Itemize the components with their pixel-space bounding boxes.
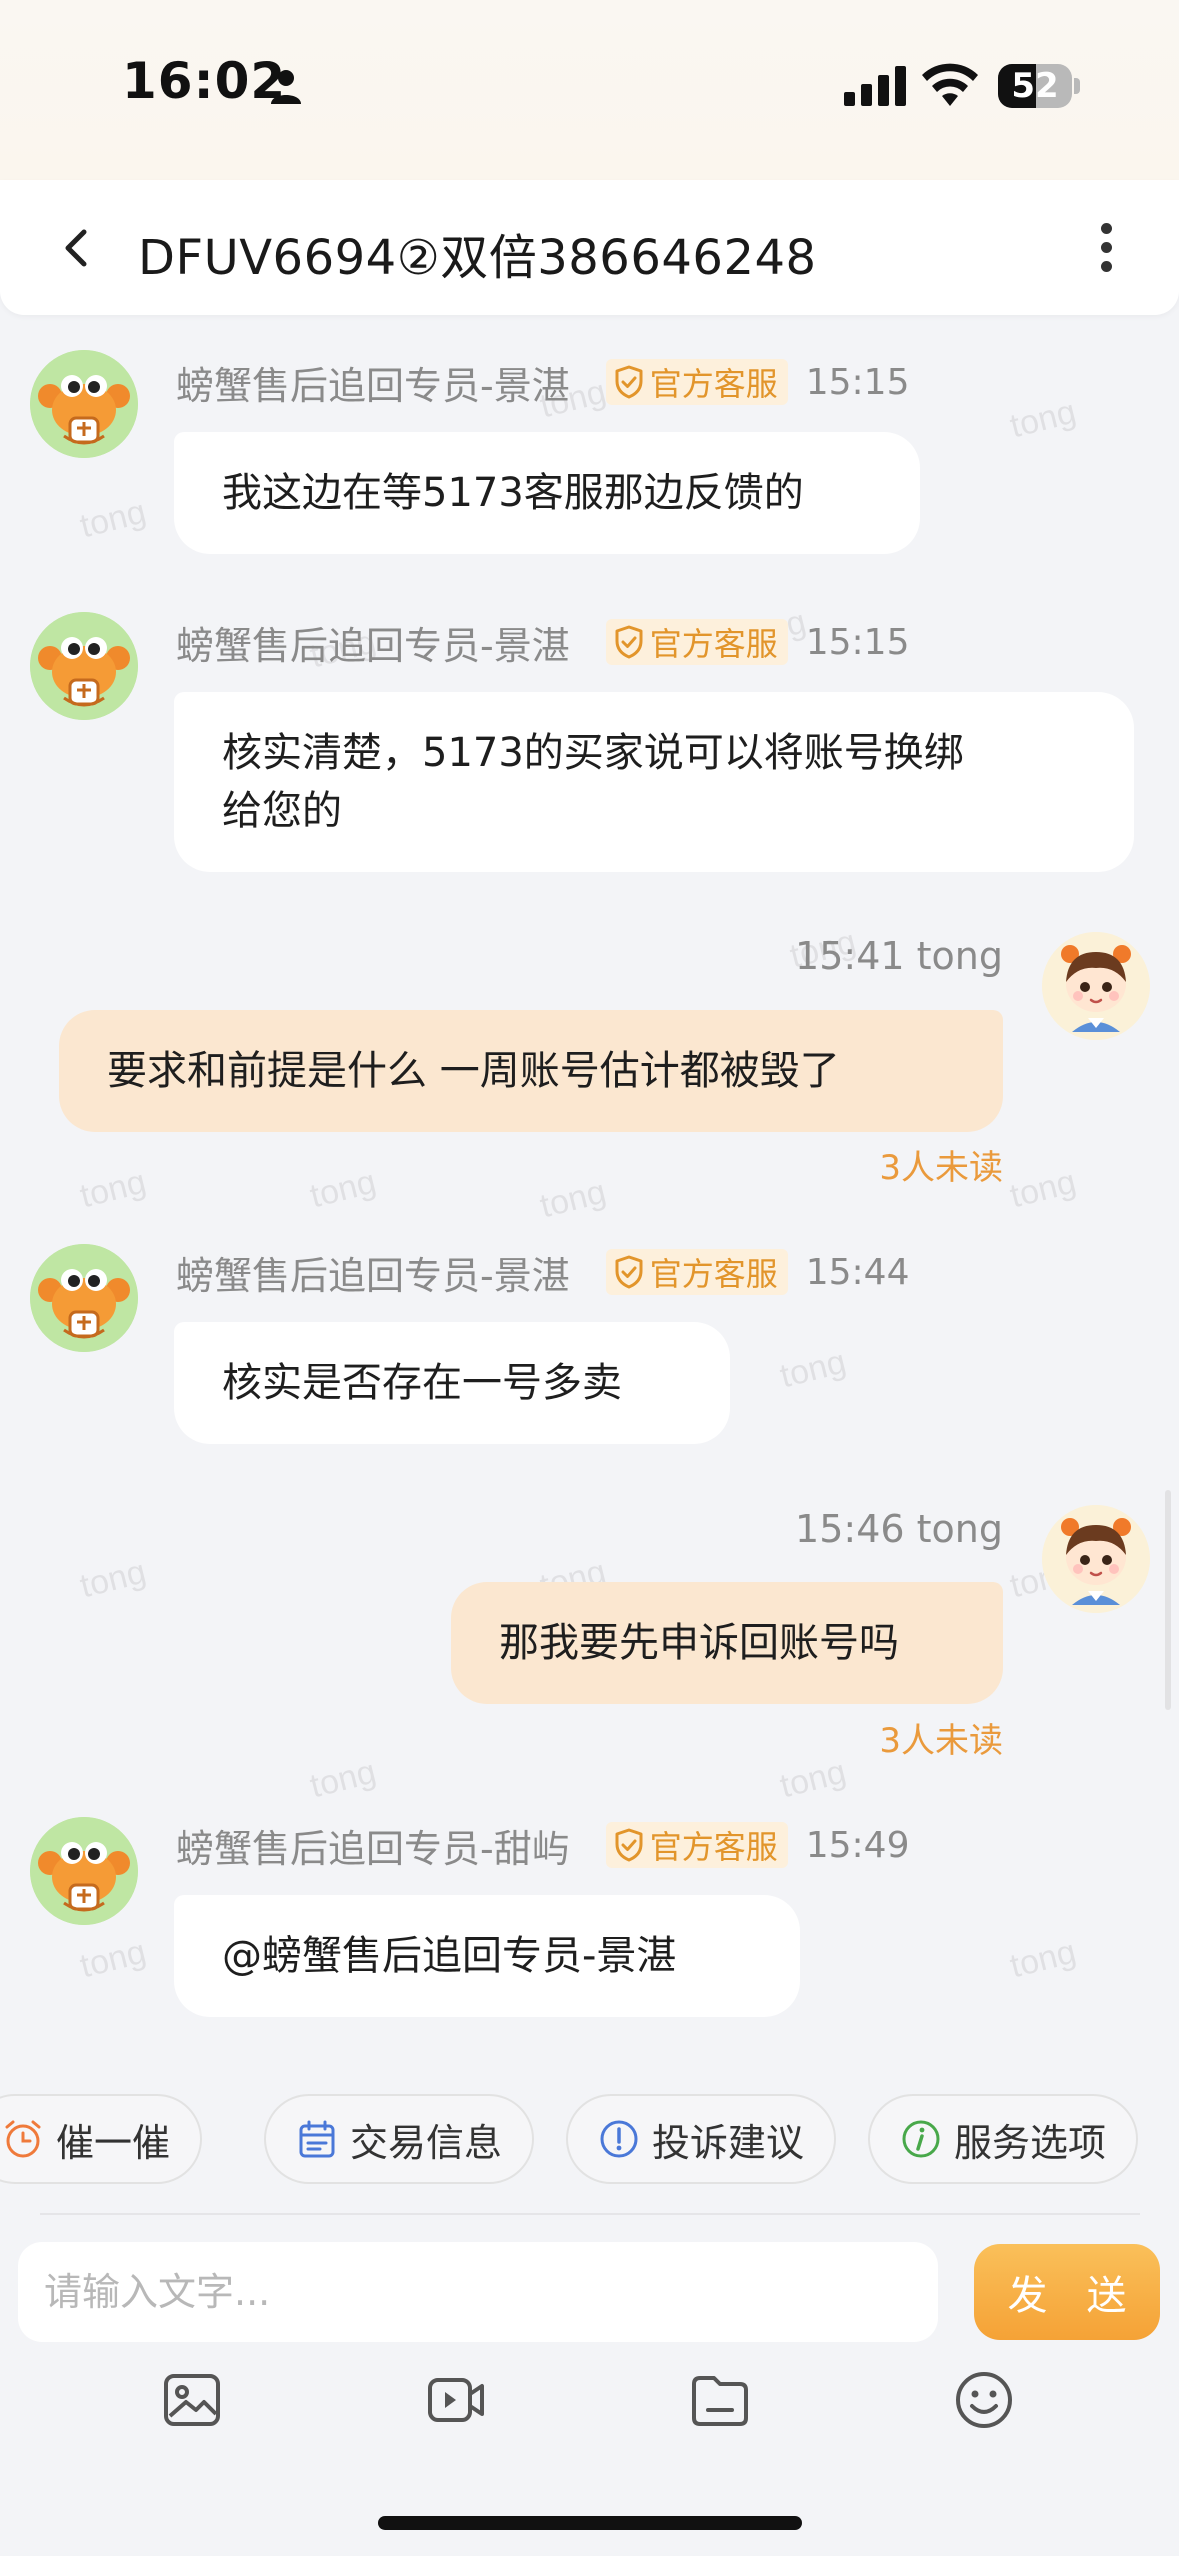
message-time: 15:44 bbox=[805, 1251, 910, 1293]
message-bubble[interactable]: @螃蟹售后追回专员-景湛 bbox=[174, 1895, 800, 2017]
shield-check-icon bbox=[615, 1255, 643, 1289]
alarm-clock-icon bbox=[5, 2120, 41, 2158]
image-icon[interactable] bbox=[160, 2368, 224, 2432]
read-status[interactable]: 3人未读 bbox=[879, 1140, 1003, 1189]
watermark: tong bbox=[1006, 392, 1080, 446]
badge-label: 官方客服 bbox=[649, 1255, 778, 1293]
message-meta: 15:41 tong bbox=[795, 934, 1003, 978]
shield-check-icon bbox=[615, 1828, 643, 1862]
sender-line: 螃蟹售后追回专员-景湛 官方客服 15:15 bbox=[176, 617, 910, 668]
read-status[interactable]: 3人未读 bbox=[879, 1713, 1003, 1762]
more-options-button[interactable] bbox=[1092, 218, 1120, 282]
message-text: 核实是否存在一号多卖 bbox=[222, 1360, 622, 1406]
status-bar: 16:02 52 bbox=[0, 0, 1179, 180]
watermark: tong bbox=[76, 1162, 150, 1216]
watermark: tong bbox=[776, 1752, 850, 1806]
shield-check-icon bbox=[615, 365, 643, 399]
watermark: tong bbox=[76, 1932, 150, 1986]
official-badge: 官方客服 bbox=[605, 1822, 788, 1868]
shield-check-icon bbox=[615, 625, 643, 659]
sender-name: 螃蟹售后追回专员-景湛 bbox=[176, 1253, 570, 1298]
message-text: 我这边在等5173客服那边反馈的 bbox=[222, 470, 804, 516]
message-text: 那我要先申诉回账号吗 bbox=[499, 1620, 899, 1666]
watermark: tong bbox=[1006, 1162, 1080, 1216]
home-indicator[interactable] bbox=[378, 2516, 802, 2530]
quick-action-service-options[interactable]: 服务选项 bbox=[868, 2094, 1139, 2184]
message-time: 15:49 bbox=[805, 1824, 910, 1866]
cellular-signal-icon bbox=[844, 66, 906, 106]
scrollbar[interactable] bbox=[1165, 1490, 1171, 1710]
exclamation-circle-icon bbox=[600, 2120, 638, 2158]
folder-icon[interactable] bbox=[688, 2368, 752, 2432]
user-avatar[interactable] bbox=[1042, 932, 1150, 1040]
message-text: 要求和前提是什么 一周账号估计都被毁了 bbox=[107, 1048, 840, 1094]
send-button[interactable]: 发 送 bbox=[974, 2244, 1160, 2340]
watermark: tong bbox=[1006, 1932, 1080, 1986]
divider bbox=[40, 2213, 1140, 2215]
quick-action-label: 催一催 bbox=[56, 2120, 171, 2165]
vertical-dots-icon bbox=[1100, 223, 1112, 234]
wifi-icon bbox=[922, 63, 978, 106]
badge-label: 官方客服 bbox=[649, 1828, 778, 1866]
agent-avatar[interactable] bbox=[30, 1817, 138, 1925]
quick-action-label: 服务选项 bbox=[954, 2120, 1107, 2165]
message-text: 给您的 bbox=[222, 788, 342, 834]
emoji-icon[interactable] bbox=[952, 2368, 1016, 2432]
badge-label: 官方客服 bbox=[649, 365, 778, 403]
quick-action-label: 交易信息 bbox=[350, 2120, 503, 2165]
message-text: @螃蟹售后追回专员-景湛 bbox=[222, 1933, 677, 1979]
info-circle-icon bbox=[902, 2120, 940, 2158]
official-badge: 官方客服 bbox=[605, 1249, 788, 1295]
person-icon bbox=[271, 70, 301, 104]
sender-name: 螃蟹售后追回专员-景湛 bbox=[176, 623, 570, 668]
watermark: tong bbox=[536, 1172, 610, 1226]
sender-line: 螃蟹售后追回专员-景湛 官方客服 15:15 bbox=[176, 357, 910, 408]
watermark: tong bbox=[76, 492, 150, 546]
message-bubble[interactable]: 核实清楚，5173的买家说可以将账号换绑 给您的 bbox=[174, 692, 1134, 872]
sender-line: 螃蟹售后追回专员-甜屿 官方客服 15:49 bbox=[176, 1820, 910, 1871]
message-time: 15:15 bbox=[805, 621, 910, 663]
official-badge: 官方客服 bbox=[605, 359, 788, 405]
message-bubble[interactable]: 核实是否存在一号多卖 bbox=[174, 1322, 730, 1444]
watermark: tong bbox=[306, 1162, 380, 1216]
message-bubble[interactable]: 要求和前提是什么 一周账号估计都被毁了 bbox=[59, 1010, 1003, 1132]
message-input[interactable] bbox=[18, 2242, 938, 2342]
composer: 发 送 bbox=[0, 2218, 1179, 2556]
sender-name: 螃蟹售后追回专员-甜屿 bbox=[176, 1826, 570, 1871]
chat-title: DFUV6694②双倍386646248 bbox=[138, 230, 817, 286]
agent-avatar[interactable] bbox=[30, 1244, 138, 1352]
user-avatar[interactable] bbox=[1042, 1505, 1150, 1613]
status-time: 16:02 bbox=[122, 52, 287, 110]
message-time: 15:15 bbox=[805, 361, 910, 403]
quick-action-trade-info[interactable]: 交易信息 bbox=[264, 2094, 535, 2184]
battery-icon: 52 bbox=[998, 64, 1080, 108]
sender-line: 螃蟹售后追回专员-景湛 官方客服 15:44 bbox=[176, 1247, 910, 1298]
watermark: tong bbox=[306, 1752, 380, 1806]
message-bubble[interactable]: 我这边在等5173客服那边反馈的 bbox=[174, 432, 920, 554]
quick-action-label: 投诉建议 bbox=[652, 2120, 805, 2165]
battery-level: 52 bbox=[1011, 66, 1059, 106]
sender-name: 螃蟹售后追回专员-景湛 bbox=[176, 363, 570, 408]
agent-avatar[interactable] bbox=[30, 350, 138, 458]
quick-action-complaint[interactable]: 投诉建议 bbox=[566, 2094, 837, 2184]
video-icon[interactable] bbox=[424, 2368, 488, 2432]
chat-header: DFUV6694②双倍386646248 bbox=[0, 180, 1179, 315]
back-button[interactable] bbox=[52, 220, 102, 276]
official-badge: 官方客服 bbox=[605, 619, 788, 665]
badge-label: 官方客服 bbox=[649, 625, 778, 663]
message-meta: 15:46 tong bbox=[795, 1507, 1003, 1551]
agent-avatar[interactable] bbox=[30, 612, 138, 720]
quick-action-urge[interactable]: 催一催 bbox=[0, 2094, 203, 2184]
message-text: 核实清楚，5173的买家说可以将账号换绑 bbox=[222, 730, 964, 776]
quick-action-bar: 催一催 交易信息 投诉建议 服务选项 bbox=[0, 2090, 1179, 2190]
watermark: tong bbox=[76, 1552, 150, 1606]
watermark: tong bbox=[776, 1342, 850, 1396]
message-bubble[interactable]: 那我要先申诉回账号吗 bbox=[451, 1582, 1003, 1704]
calendar-icon bbox=[299, 2120, 335, 2158]
